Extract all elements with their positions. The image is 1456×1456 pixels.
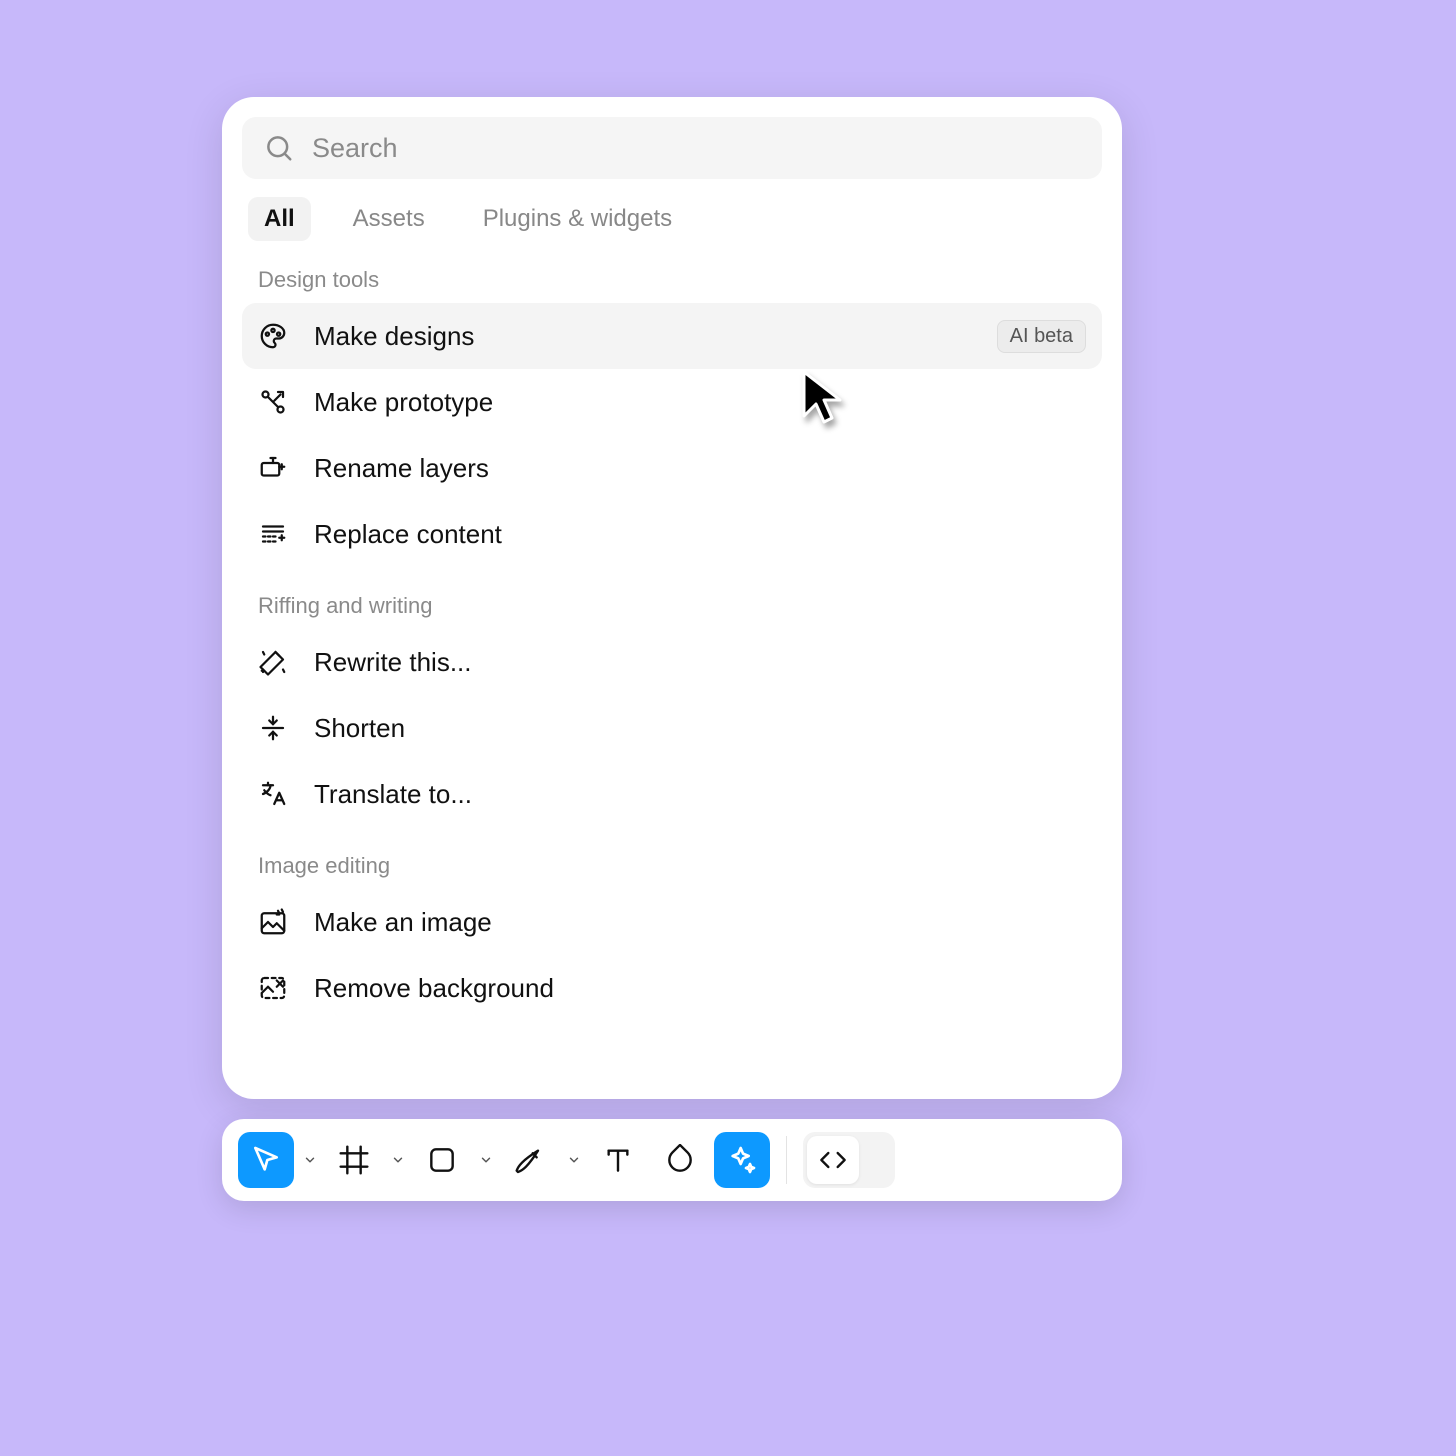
item-make-prototype[interactable]: Make prototype — [242, 369, 1102, 435]
section-label-design-tools: Design tools — [242, 241, 1102, 303]
frame-tool[interactable] — [326, 1132, 382, 1188]
ai-actions-tool[interactable] — [714, 1132, 770, 1188]
item-label: Make designs — [314, 321, 971, 352]
item-label: Translate to... — [314, 779, 1086, 810]
remove-background-icon — [258, 973, 288, 1003]
shape-tool-chevron[interactable] — [476, 1132, 496, 1188]
item-remove-background[interactable]: Remove background — [242, 955, 1102, 1021]
prototype-icon — [258, 387, 288, 417]
item-rename-layers[interactable]: Rename layers — [242, 435, 1102, 501]
item-rewrite-this[interactable]: Rewrite this... — [242, 629, 1102, 695]
image-sparkle-icon — [258, 907, 288, 937]
item-make-designs[interactable]: Make designs AI beta — [242, 303, 1102, 369]
comment-tool[interactable] — [652, 1132, 708, 1188]
tab-assets[interactable]: Assets — [337, 197, 441, 241]
toolbar — [222, 1119, 1122, 1201]
translate-icon — [258, 779, 288, 809]
item-replace-content[interactable]: Replace content — [242, 501, 1102, 567]
item-label: Make prototype — [314, 387, 1086, 418]
item-label: Replace content — [314, 519, 1086, 550]
search-icon — [264, 133, 294, 163]
section-label-image-editing: Image editing — [242, 827, 1102, 889]
actions-panel: All Assets Plugins & widgets Design tool… — [222, 97, 1122, 1099]
shape-tool[interactable] — [414, 1132, 470, 1188]
item-label: Rename layers — [314, 453, 1086, 484]
item-label: Shorten — [314, 713, 1086, 744]
search-bar[interactable] — [242, 117, 1102, 179]
item-shorten[interactable]: Shorten — [242, 695, 1102, 761]
text-tool[interactable] — [590, 1132, 646, 1188]
rename-icon — [258, 453, 288, 483]
toolbar-separator — [786, 1136, 787, 1184]
item-make-an-image[interactable]: Make an image — [242, 889, 1102, 955]
item-translate-to[interactable]: Translate to... — [242, 761, 1102, 827]
item-label: Rewrite this... — [314, 647, 1086, 678]
ai-beta-badge: AI beta — [997, 320, 1086, 353]
replace-content-icon — [258, 519, 288, 549]
palette-icon — [258, 321, 288, 351]
filter-tabs: All Assets Plugins & widgets — [242, 179, 1102, 241]
pen-tool[interactable] — [502, 1132, 558, 1188]
section-label-riffing: Riffing and writing — [242, 567, 1102, 629]
dev-mode-button[interactable] — [807, 1136, 859, 1184]
dev-mode-toggle[interactable] — [803, 1132, 895, 1188]
magic-wand-icon — [258, 647, 288, 677]
item-label: Make an image — [314, 907, 1086, 938]
tab-all[interactable]: All — [248, 197, 311, 241]
frame-tool-chevron[interactable] — [388, 1132, 408, 1188]
pen-tool-chevron[interactable] — [564, 1132, 584, 1188]
search-input[interactable] — [312, 133, 1080, 164]
shorten-icon — [258, 713, 288, 743]
item-label: Remove background — [314, 973, 1086, 1004]
tab-plugins-widgets[interactable]: Plugins & widgets — [467, 197, 688, 241]
move-tool-chevron[interactable] — [300, 1132, 320, 1188]
move-tool[interactable] — [238, 1132, 294, 1188]
